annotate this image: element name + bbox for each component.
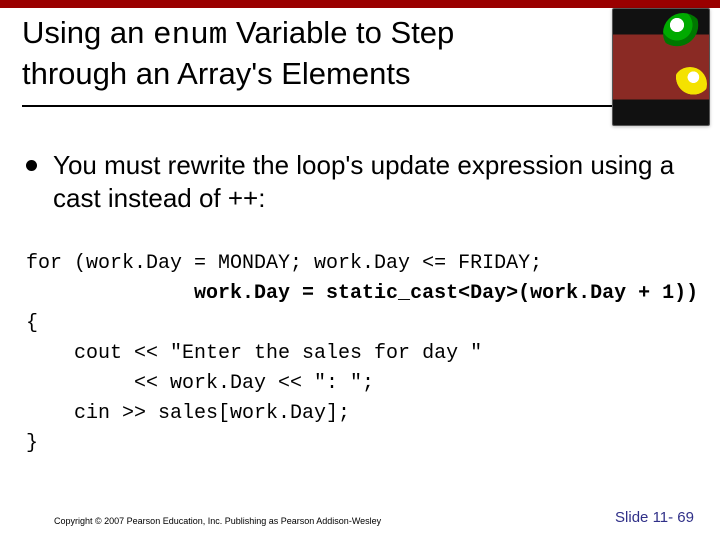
book-cover-thumbnail [612, 8, 710, 126]
code-line: for (work.Day = MONDAY; work.Day <= FRID… [26, 252, 542, 275]
slide-number: Slide 11- 69 [615, 509, 694, 526]
code-line: cin >> sales[work.Day]; [26, 402, 350, 425]
copyright-text: Copyright © 2007 Pearson Education, Inc.… [54, 516, 381, 526]
title-divider [22, 105, 698, 107]
accent-band [0, 0, 720, 8]
title-area: Using an enum Variable to Step through a… [0, 8, 720, 121]
title-prefix: Using an [22, 15, 153, 50]
code-line: } [26, 432, 38, 455]
title-code: enum [153, 18, 227, 53]
code-line: << work.Day << ": "; [26, 372, 374, 395]
slide-title: Using an enum Variable to Step through a… [22, 14, 542, 93]
bullet-icon [26, 160, 37, 171]
code-line-bold: work.Day = static_cast<Day>(work.Day + 1… [26, 282, 698, 305]
code-line: cout << "Enter the sales for day " [26, 342, 482, 365]
content-area: You must rewrite the loop's update expre… [0, 121, 720, 460]
code-line: { [26, 312, 38, 335]
footer: Copyright © 2007 Pearson Education, Inc.… [0, 509, 720, 526]
code-block: for (work.Day = MONDAY; work.Day <= FRID… [26, 249, 694, 459]
bullet-item: You must rewrite the loop's update expre… [26, 149, 694, 216]
bullet-text: You must rewrite the loop's update expre… [53, 149, 694, 216]
